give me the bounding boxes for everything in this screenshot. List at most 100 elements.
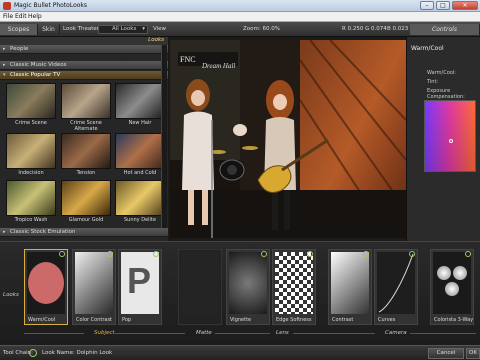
- tool-name: Color Contrast: [76, 317, 113, 323]
- warm-cool-swatch: [28, 262, 64, 304]
- color-picker[interactable]: [424, 100, 476, 172]
- blue-readout: B 0.023: [387, 26, 409, 32]
- tool-face: [229, 252, 267, 314]
- tool-title: Warm/Cool: [411, 45, 444, 52]
- minimize-button[interactable]: –: [420, 1, 434, 10]
- banner-text: FNC: [180, 55, 196, 64]
- tool-curves[interactable]: Curves: [374, 249, 418, 325]
- look-thumb-tension[interactable]: Tension: [61, 133, 111, 177]
- power-icon[interactable]: [363, 251, 369, 257]
- look-thumb-new-hair[interactable]: New Hair: [115, 83, 165, 127]
- tool-face: [377, 252, 415, 314]
- tool-face: P: [121, 252, 159, 314]
- power-icon[interactable]: [29, 349, 37, 357]
- tool-name: Colorista 3-Way: [434, 317, 474, 323]
- toolbar: Scopes Skin Look Theater All Looks ▾ Vie…: [0, 22, 480, 37]
- look-thumb-crime-scene[interactable]: Crime Scene: [6, 83, 56, 127]
- tool-edge-softness[interactable]: Edge Softness: [272, 249, 316, 325]
- thumb-label: New Hair: [128, 120, 152, 126]
- ok-button[interactable]: OK: [466, 348, 480, 359]
- tool-face: [27, 252, 65, 314]
- category-label: Classic Stock Emulation: [10, 229, 76, 235]
- tool-face: [75, 252, 113, 314]
- zoom-readout: Zoom: 60.0%: [243, 26, 280, 32]
- looks-filter-value: All Looks: [112, 26, 137, 32]
- power-icon[interactable]: [107, 251, 113, 257]
- tool-color-contrast[interactable]: Color Contrast: [72, 249, 116, 325]
- look-thumb-indecision[interactable]: Indecision: [6, 133, 56, 177]
- menu-bar: File Edit Help: [0, 12, 480, 22]
- tab-scopes[interactable]: Scopes: [0, 24, 38, 35]
- thumb-label: Sunny Delite: [124, 217, 156, 223]
- thumb-image: [115, 180, 165, 216]
- thumb-label: Glamour Gold: [68, 217, 104, 223]
- category-classic-music-videos[interactable]: ▸ Classic Music Videos: [0, 61, 168, 70]
- tool-face: [275, 252, 313, 314]
- menu-help[interactable]: Help: [28, 13, 42, 20]
- category-classic-popular-tv[interactable]: ▾ Classic Popular TV: [0, 71, 168, 80]
- maximize-button[interactable]: □: [436, 1, 450, 10]
- power-icon[interactable]: [465, 251, 471, 257]
- controls-panel: Warm/Cool Warm/Cool: Tint: Exposure Comp…: [406, 37, 480, 241]
- category-divider: [293, 333, 375, 334]
- cancel-button[interactable]: Cancel: [428, 348, 464, 359]
- tab-skin[interactable]: Skin: [38, 24, 60, 35]
- category-label: Classic Music Videos: [10, 62, 67, 68]
- tool-name: Edge Softness: [276, 317, 312, 323]
- power-icon[interactable]: [409, 251, 415, 257]
- exposure-compensation-label: Exposure Compensation:: [427, 88, 465, 100]
- wheel-shadows: [437, 266, 451, 280]
- look-thumb-hot-and-cold[interactable]: Hot and Cold: [115, 133, 165, 177]
- looks-panel: Looks ▸ People ▸ Classic Music Videos ▾ …: [0, 37, 168, 241]
- expand-icon: ▸: [3, 46, 6, 52]
- chevron-down-icon: ▾: [142, 26, 145, 32]
- category-divider: [215, 333, 270, 334]
- category-divider: [410, 333, 476, 334]
- menu-file[interactable]: File: [3, 13, 13, 20]
- look-thumb-crime-scene-alternate[interactable]: Crime Scene Alternate: [61, 83, 111, 132]
- power-icon[interactable]: [153, 251, 159, 257]
- expand-icon: ▸: [3, 229, 6, 235]
- looks-scrollbar[interactable]: [161, 45, 167, 228]
- category-subject[interactable]: Subject: [94, 330, 115, 336]
- look-thumb-tropico-wash[interactable]: Tropico Wash: [6, 180, 56, 224]
- tool-vignette[interactable]: Vignette: [226, 249, 270, 325]
- tool-warm-cool[interactable]: Warm/Cool: [24, 249, 68, 325]
- tool-slot-empty[interactable]: [178, 249, 222, 325]
- category-people[interactable]: ▸ People: [0, 45, 168, 54]
- category-label: People: [10, 46, 29, 52]
- photo-preview: FNC Dream Hall: [170, 40, 406, 238]
- thumb-label: Tension: [76, 170, 96, 176]
- look-thumb-sunny-delite[interactable]: Sunny Delite: [115, 180, 165, 224]
- category-classic-stock-emulation[interactable]: ▸ Classic Stock Emulation: [0, 228, 168, 237]
- power-icon[interactable]: [307, 251, 313, 257]
- category-lens[interactable]: Lens: [276, 330, 289, 336]
- tool-pop[interactable]: P Pop: [118, 249, 162, 325]
- close-button[interactable]: ✕: [452, 1, 478, 10]
- window-title: Magic Bullet PhotoLooks: [14, 2, 88, 9]
- view-button[interactable]: View: [153, 26, 166, 32]
- red-readout: R 0.250: [342, 26, 364, 32]
- curve-graphic: [378, 253, 414, 313]
- tool-face: [433, 252, 471, 314]
- tool-colorista-3-way[interactable]: Colorista 3-Way: [430, 249, 474, 325]
- warm-cool-label: Warm/Cool:: [427, 70, 456, 76]
- category-divider: [115, 333, 185, 334]
- category-matte[interactable]: Matte: [196, 330, 212, 336]
- power-icon[interactable]: [261, 251, 267, 257]
- category-label: Classic Popular TV: [10, 72, 61, 78]
- banner-text-2: Dream Hall: [201, 62, 235, 70]
- app-icon: [3, 2, 11, 10]
- tool-contrast[interactable]: Contrast: [328, 249, 372, 325]
- look-thumb-glamour-gold[interactable]: Glamour Gold: [61, 180, 111, 224]
- looks-panel-header: Looks: [0, 37, 168, 45]
- power-icon[interactable]: [59, 251, 65, 257]
- tool-face: [181, 252, 219, 314]
- tab-controls[interactable]: Controls: [410, 24, 480, 35]
- category-camera[interactable]: Camera: [385, 330, 407, 336]
- color-picker-handle[interactable]: [449, 139, 453, 143]
- look-theater-label: Look Theater: [63, 26, 100, 32]
- image-viewer[interactable]: FNC Dream Hall: [170, 40, 406, 238]
- looks-filter-select[interactable]: All Looks ▾: [98, 25, 148, 34]
- menu-edit[interactable]: Edit: [15, 13, 27, 20]
